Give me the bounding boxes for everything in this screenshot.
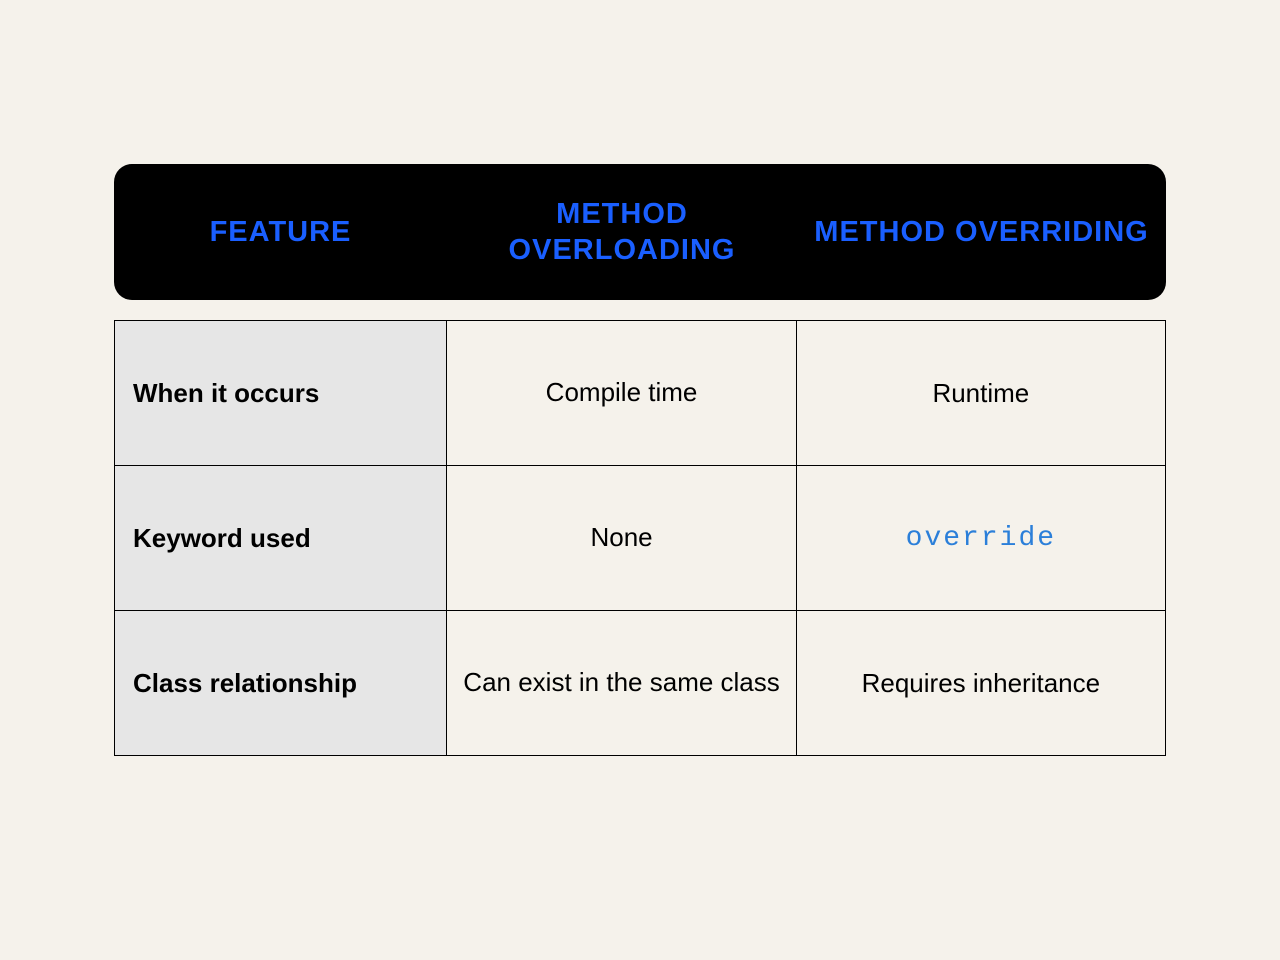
row-label: When it occurs bbox=[115, 321, 447, 465]
header-feature: FEATURE bbox=[114, 214, 447, 250]
cell-overloading: Compile time bbox=[447, 321, 796, 465]
table-row: Keyword used None override bbox=[115, 465, 1165, 610]
row-label: Keyword used bbox=[115, 466, 447, 610]
table-body: When it occurs Compile time Runtime Keyw… bbox=[114, 320, 1166, 756]
code-keyword: override bbox=[906, 523, 1056, 554]
header-overriding: METHOD OVERRIDING bbox=[797, 214, 1166, 250]
comparison-table: FEATURE METHOD OVERLOADING METHOD OVERRI… bbox=[114, 164, 1166, 756]
cell-overriding: Requires inheritance bbox=[797, 611, 1165, 755]
cell-overloading: Can exist in the same class bbox=[447, 611, 796, 755]
table-row: When it occurs Compile time Runtime bbox=[115, 320, 1165, 465]
cell-overriding: override bbox=[797, 466, 1165, 610]
row-label: Class relationship bbox=[115, 611, 447, 755]
header-overloading: METHOD OVERLOADING bbox=[447, 196, 797, 269]
cell-overloading: None bbox=[447, 466, 796, 610]
table-row: Class relationship Can exist in the same… bbox=[115, 610, 1165, 755]
cell-overriding: Runtime bbox=[797, 321, 1165, 465]
table-header: FEATURE METHOD OVERLOADING METHOD OVERRI… bbox=[114, 164, 1166, 300]
